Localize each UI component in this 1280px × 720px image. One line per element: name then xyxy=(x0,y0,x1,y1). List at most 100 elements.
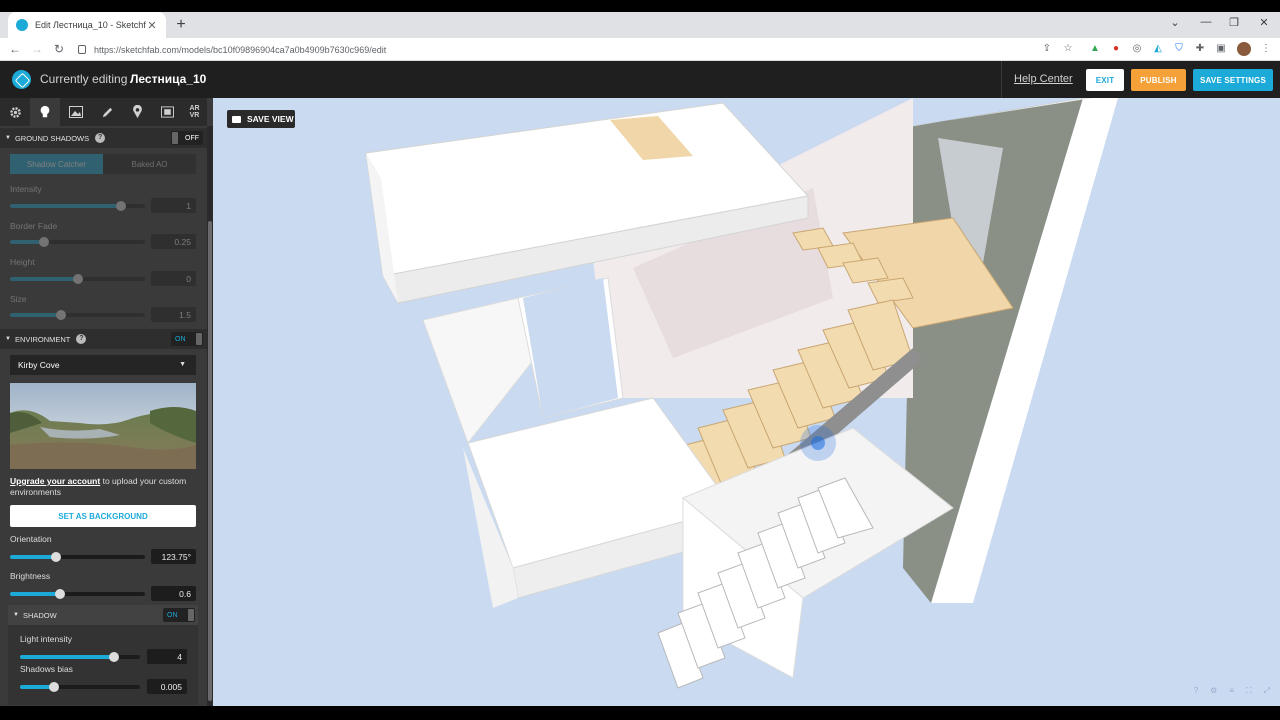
shadow-catcher-option[interactable]: Shadow Catcher xyxy=(10,154,103,174)
forward-icon[interactable]: → xyxy=(26,42,48,56)
intensity-slider[interactable] xyxy=(10,201,145,211)
close-tab-icon[interactable]: ✕ xyxy=(146,19,158,32)
orientation-value[interactable]: 123.75° xyxy=(151,549,196,564)
light-intensity-label: Light intensity xyxy=(20,634,72,644)
toggle-state: OFF xyxy=(185,134,199,142)
gear-icon xyxy=(9,106,21,118)
reload-icon[interactable]: ↻ xyxy=(48,42,70,56)
ground-shadows-toggle[interactable]: OFF xyxy=(171,131,203,145)
profile-avatar[interactable] xyxy=(1237,42,1251,56)
upgrade-account-link[interactable]: Upgrade your account xyxy=(10,476,100,486)
ar-vr-icon: AR VR xyxy=(189,105,200,119)
shield-extension-icon[interactable]: ⛉ xyxy=(1173,43,1185,55)
toggle-knob xyxy=(196,333,202,345)
shadows-bias-value[interactable]: 0.005 xyxy=(147,679,187,694)
side-panel-icon[interactable]: ▣ xyxy=(1215,43,1227,55)
layers-icon[interactable]: ≡ xyxy=(1229,686,1234,696)
toggle-knob xyxy=(188,609,194,621)
brightness-value[interactable]: 0.6 xyxy=(151,586,196,601)
settings-sidebar: AR VR ▼ GROUND SHADOWS ? OFF Shadow Catch… xyxy=(0,98,213,706)
environment-select[interactable]: Kirby Cove ▼ xyxy=(10,355,196,375)
light-intensity-slider[interactable] xyxy=(20,652,140,662)
slider-handle[interactable] xyxy=(56,310,67,320)
slider-handle[interactable] xyxy=(115,201,126,211)
height-slider[interactable] xyxy=(10,274,145,284)
environment-header[interactable]: ▼ ENVIRONMENT ? ON xyxy=(0,329,207,349)
size-label: Size xyxy=(10,294,27,304)
environment-selected: Kirby Cove xyxy=(18,360,60,370)
browser-menu-icon[interactable]: ⋮ xyxy=(1260,43,1272,55)
settings-toolbar: AR VR xyxy=(0,98,207,126)
border-fade-value[interactable]: 0.25 xyxy=(151,234,196,249)
environment-preview[interactable] xyxy=(10,383,196,469)
slider-handle[interactable] xyxy=(38,237,49,247)
puzzle-extensions-icon[interactable]: ✚ xyxy=(1194,43,1206,55)
help-icon[interactable]: ? xyxy=(76,334,87,344)
materials-tab[interactable] xyxy=(61,98,91,126)
toggle-state: ON xyxy=(175,335,186,343)
back-icon[interactable]: ← xyxy=(4,42,26,56)
extension-circle-icon[interactable]: ◎ xyxy=(1131,43,1143,55)
height-value[interactable]: 0 xyxy=(151,271,196,286)
3d-viewport[interactable]: SAVE VIEW ? ⚙ ≡ ⛶ ⤢ xyxy=(213,98,1280,706)
shadow-toggle[interactable]: ON xyxy=(163,608,195,622)
opera-extension-icon[interactable]: ● xyxy=(1110,43,1122,55)
light-intensity-value[interactable]: 4 xyxy=(147,649,187,664)
image-icon xyxy=(69,106,83,118)
scene-settings-tab[interactable] xyxy=(0,98,30,126)
fullscreen-icon[interactable]: ⤢ xyxy=(1264,686,1270,696)
share-icon[interactable]: ⇪ xyxy=(1041,43,1053,55)
orientation-slider[interactable] xyxy=(10,552,145,562)
slider-handle[interactable] xyxy=(54,589,65,599)
brightness-slider[interactable] xyxy=(10,589,145,599)
shadow-header[interactable]: ▼ SHADOW ON xyxy=(8,605,198,625)
hotspots-tab[interactable] xyxy=(122,98,152,126)
ground-shadows-header[interactable]: ▼ GROUND SHADOWS ? OFF xyxy=(0,128,207,148)
restore-icon[interactable]: ❐ xyxy=(1226,16,1242,29)
minimize-icon[interactable]: — xyxy=(1198,16,1214,28)
slider-handle[interactable] xyxy=(50,552,61,562)
annotations-tab[interactable] xyxy=(92,98,122,126)
publish-button[interactable]: PUBLISH xyxy=(1131,69,1186,91)
help-icon[interactable]: ? xyxy=(1194,686,1198,696)
help-icon[interactable]: ? xyxy=(95,133,106,143)
environment-toggle[interactable]: ON xyxy=(171,332,203,346)
animation-tab[interactable] xyxy=(152,98,182,126)
browser-tab[interactable]: Edit Лестница_10 - Sketchfab ✕ xyxy=(8,12,166,38)
size-value[interactable]: 1.5 xyxy=(151,307,196,322)
sketchfab-favicon-icon xyxy=(16,19,28,31)
exit-button[interactable]: EXIT xyxy=(1086,69,1124,91)
settings-icon[interactable]: ⚙ xyxy=(1210,686,1217,696)
save-settings-button[interactable]: SAVE SETTINGS xyxy=(1193,69,1273,91)
new-tab-button[interactable]: + xyxy=(172,16,190,34)
scrollbar-thumb[interactable] xyxy=(208,221,212,701)
slider-handle[interactable] xyxy=(72,274,83,284)
help-center-link[interactable]: Help Center xyxy=(1014,73,1073,85)
save-view-button[interactable]: SAVE VIEW xyxy=(227,110,295,128)
lighting-tab[interactable] xyxy=(30,98,60,126)
staircase-3d-model[interactable] xyxy=(213,98,1280,706)
collapse-caret-icon: ▼ xyxy=(5,135,11,141)
slider-handle[interactable] xyxy=(48,682,59,692)
sketchfab-logo-icon[interactable] xyxy=(12,70,31,89)
intensity-value[interactable]: 1 xyxy=(151,198,196,213)
collapse-caret-icon: ▼ xyxy=(13,612,19,618)
baked-ao-option[interactable]: Baked AO xyxy=(103,154,196,174)
bookmark-star-icon[interactable]: ☆ xyxy=(1062,43,1074,55)
tab-search-icon[interactable]: ⌄ xyxy=(1167,16,1183,29)
url-field[interactable]: https://sketchfab.com/models/bc10f098969… xyxy=(78,42,386,57)
border-fade-slider[interactable] xyxy=(10,237,145,247)
size-slider[interactable] xyxy=(10,310,145,320)
url-text: https://sketchfab.com/models/bc10f098969… xyxy=(94,44,387,55)
set-as-background-button[interactable]: SET AS BACKGROUND xyxy=(10,505,196,527)
orientation-label: Orientation xyxy=(10,534,52,544)
browser-tab-strip: Edit Лестница_10 - Sketchfab ✕ + ⌄ — ❐ ✕ xyxy=(0,12,1280,38)
close-window-icon[interactable]: ✕ xyxy=(1256,16,1272,29)
ar-vr-tab[interactable]: AR VR xyxy=(182,98,207,126)
vr-icon[interactable]: ⛶ xyxy=(1246,686,1252,696)
extension-a-icon[interactable]: ◭ xyxy=(1152,43,1164,55)
drive-extension-icon[interactable]: ▲ xyxy=(1089,43,1101,55)
slider-handle[interactable] xyxy=(108,652,119,662)
viewport-controls: ? ⚙ ≡ ⛶ ⤢ xyxy=(1194,686,1270,696)
shadows-bias-slider[interactable] xyxy=(20,682,140,692)
